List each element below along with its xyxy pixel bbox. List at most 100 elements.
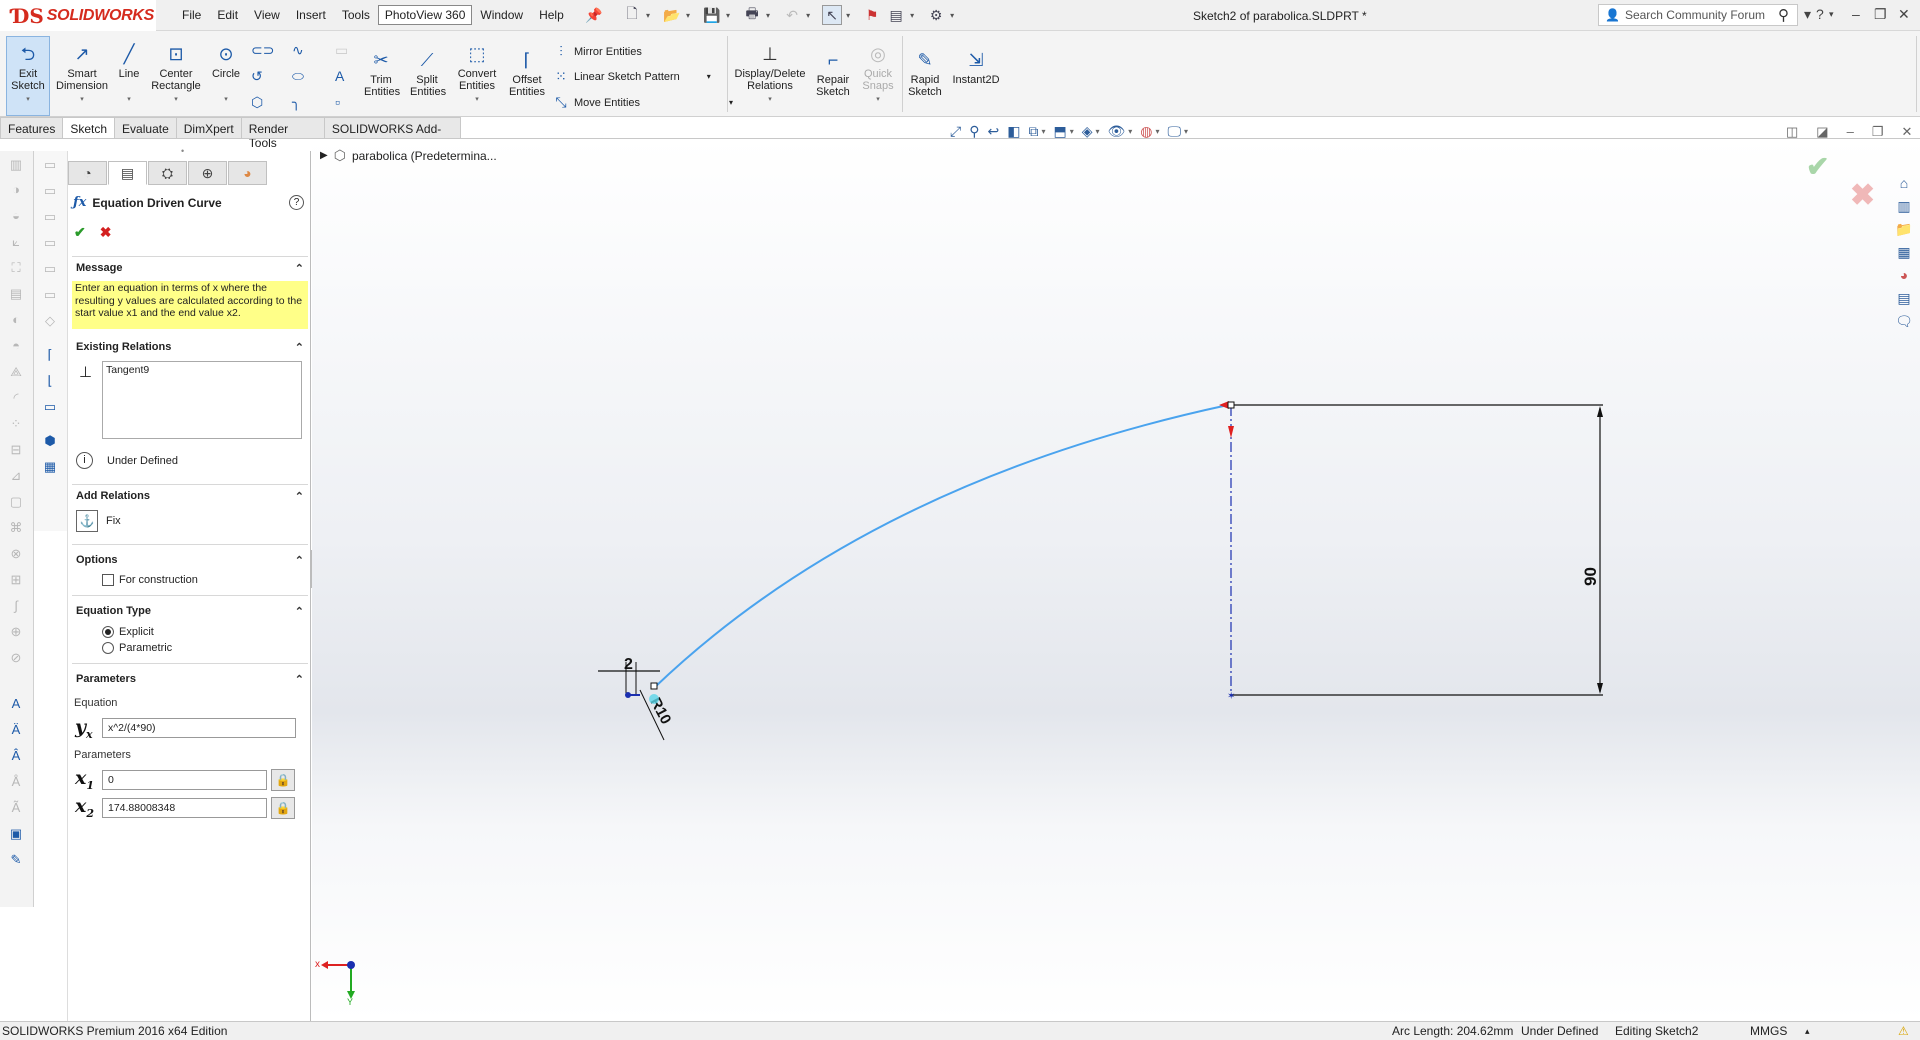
display-delete-relations-button[interactable]: ⊥ Display/Delete Relations ▾ <box>730 42 810 106</box>
convert-entities-dropdown-icon[interactable]: ▾ <box>475 94 479 106</box>
center-rectangle-dropdown-icon[interactable]: ▾ <box>174 94 178 106</box>
feature-tree-flyout[interactable]: ▶ ⬡ parabolica (Predetermina... <box>320 147 497 164</box>
menu-photoview[interactable]: PhotoView 360 <box>377 5 473 25</box>
rebuild-icon[interactable]: ⚑ <box>862 5 882 25</box>
design-library-icon[interactable]: ▥ <box>1897 198 1910 216</box>
tab-sketch[interactable]: Sketch <box>62 117 116 139</box>
trim-entities-button[interactable]: ✂ Trim Entities <box>362 48 400 98</box>
help-icon[interactable]: ? <box>1816 6 1824 22</box>
menu-help[interactable]: Help <box>531 8 572 25</box>
linear-pattern-dropdown-icon[interactable]: ▾ <box>707 72 711 81</box>
file-properties-dropdown-icon[interactable]: ▾ <box>910 11 914 20</box>
parameters-header[interactable]: Parameters ⌃ <box>72 668 308 690</box>
custom-properties-icon[interactable]: ▤ <box>1897 290 1910 308</box>
equation-type-header[interactable]: Equation Type ⌃ <box>72 600 308 622</box>
save-icon[interactable]: 💾 <box>702 5 722 25</box>
doc-close-icon[interactable]: ✕ <box>1901 124 1912 140</box>
section-view-icon[interactable]: ◧ <box>1007 123 1020 140</box>
forum-icon[interactable]: 🗨 <box>1895 313 1913 331</box>
search-community-forum[interactable]: 👤 Search Community Forum ⚲ <box>1598 4 1798 26</box>
tab-features[interactable]: Features <box>0 117 64 139</box>
section-view-icon[interactable]: ⊘ <box>7 650 25 666</box>
view-settings-dropdown-icon[interactable]: ▾ <box>1184 127 1188 136</box>
sketch-canvas[interactable]: 90 ✶ 2 R10 <box>312 139 1920 1021</box>
annotation-dropdown-icon[interactable]: ▾ <box>1041 127 1045 136</box>
baseline-dim-side-icon[interactable]: Å <box>7 774 25 790</box>
arc-icon[interactable]: ↺ <box>251 68 263 85</box>
quick-snaps-button[interactable]: ◎ Quick Snaps ▾ <box>858 42 898 106</box>
draft-icon[interactable]: ⊿ <box>7 468 25 484</box>
sketch-side-5-icon[interactable]: ▭ <box>41 261 59 277</box>
revolve-cut-icon[interactable]: ◐ <box>7 312 25 328</box>
sketch-side-10-icon[interactable]: ▭ <box>41 399 59 415</box>
menu-window[interactable]: Window <box>472 8 531 25</box>
center-rectangle-button[interactable]: ⊡ Center Rectangle ▾ <box>148 42 204 106</box>
sketch-side-2-icon[interactable]: ▭ <box>41 183 59 199</box>
tab-evaluate[interactable]: Evaluate <box>114 117 177 139</box>
sketch-side-1-icon[interactable]: ▭ <box>41 157 59 173</box>
reference-geometry-icon[interactable]: ⊞ <box>7 572 25 588</box>
select-dropdown-icon[interactable]: ▾ <box>846 11 850 20</box>
display-style-dropdown-icon[interactable]: ▾ <box>1095 127 1099 136</box>
wrap-icon[interactable]: ⌘ <box>7 520 25 536</box>
save-dropdown-icon[interactable]: ▾ <box>726 11 730 20</box>
rapid-sketch-button[interactable]: ✎ Rapid Sketch <box>905 48 945 98</box>
message-section-header[interactable]: Message ⌃ <box>72 257 308 279</box>
vertical-dim-side-icon[interactable]: Â <box>7 748 25 764</box>
x2-input[interactable]: 174.88008348 <box>102 798 267 818</box>
fix-relation-button[interactable]: ⚓ Fix <box>76 510 121 532</box>
collapse-caret-icon[interactable]: ⌃ <box>295 262 304 275</box>
zoom-to-area-icon[interactable]: ⚲ <box>969 123 979 140</box>
point-icon[interactable]: ▫ <box>335 94 340 110</box>
extrude-boss-icon[interactable]: ▥ <box>7 157 25 173</box>
instant2d-button[interactable]: ⇲ Instant2D <box>950 48 1002 86</box>
undo-dropdown-icon[interactable]: ▾ <box>806 11 810 20</box>
solidworks-logo[interactable]: ƊS SOLIDWORKS <box>0 0 156 31</box>
move-entities-button[interactable]: ⤡ Move Entities ▾ <box>553 94 733 111</box>
new-document-icon[interactable]: 🗋 <box>622 5 642 25</box>
print-dropdown-icon[interactable]: ▾ <box>766 11 770 20</box>
start-point[interactable] <box>625 692 631 698</box>
display-style-icon[interactable]: ◈ <box>1082 123 1093 140</box>
restore-window-icon[interactable]: ❐ <box>1874 6 1887 23</box>
previous-view-icon[interactable]: ↩ <box>987 123 999 140</box>
collapse-caret-icon[interactable]: ⌃ <box>295 673 304 686</box>
view-settings-icon[interactable]: 🖵 <box>1168 123 1182 140</box>
curve-start-point[interactable] <box>650 682 658 690</box>
cancel-x-icon[interactable]: ✖ <box>100 224 112 241</box>
options-dropdown-icon[interactable]: ▾ <box>950 11 954 20</box>
equation-driven-curve[interactable] <box>654 404 1229 688</box>
hide-show-dropdown-icon[interactable]: ▾ <box>1128 127 1132 136</box>
menu-tools[interactable]: Tools <box>334 8 378 25</box>
dimxpert-manager-tab-icon[interactable]: ⊕ <box>188 161 227 185</box>
existing-relations-list[interactable]: Tangent9 <box>102 361 302 439</box>
confirmation-corner-ok-icon[interactable]: ✔ <box>1806 150 1829 183</box>
linear-sketch-pattern-button[interactable]: ⁙ Linear Sketch Pattern ▾ <box>553 68 711 85</box>
sketch-side-3-icon[interactable]: ▭ <box>41 209 59 225</box>
repair-sketch-button[interactable]: ⌐ Repair Sketch <box>813 48 853 98</box>
minimize-window-icon[interactable]: – <box>1852 6 1860 22</box>
polygon-icon[interactable]: ⬡ <box>251 94 263 111</box>
existing-relations-header[interactable]: Existing Relations ⌃ <box>72 336 308 358</box>
confirmation-corner-cancel-icon[interactable]: ✖ <box>1850 178 1875 213</box>
tab-dimxpert[interactable]: DimXpert <box>175 117 242 139</box>
equation-input[interactable]: x^2/(4*90) <box>102 718 296 738</box>
hide-show-items-icon[interactable]: 👁 <box>1108 123 1126 140</box>
dynamic-annotation-icon[interactable]: ⧉ <box>1028 123 1038 140</box>
lofted-cut-icon[interactable]: ⟁ <box>7 364 25 380</box>
circle-button[interactable]: ⊙ Circle ▾ <box>208 42 244 106</box>
plane-icon[interactable]: ▭ <box>335 42 348 59</box>
revolve-boss-icon[interactable]: ◑ <box>7 182 25 198</box>
line-dropdown-icon[interactable]: ▾ <box>127 94 131 106</box>
appearances-icon[interactable]: ◕ <box>1900 267 1908 285</box>
mirror-entities-button[interactable]: ⫶ Mirror Entities <box>553 43 642 60</box>
open-folder-icon[interactable]: 📂 <box>662 5 682 25</box>
shell-icon[interactable]: ▢ <box>7 494 25 510</box>
boundary-icon[interactable]: ⛶ <box>7 260 25 276</box>
menu-file[interactable]: File <box>174 8 209 25</box>
menu-insert[interactable]: Insert <box>288 8 334 25</box>
doc-minimize-icon[interactable]: – <box>1847 124 1854 140</box>
text-icon[interactable]: A <box>335 68 344 84</box>
fillet-icon[interactable]: ╮ <box>292 94 300 111</box>
rib-icon[interactable]: ⊟ <box>7 442 25 458</box>
